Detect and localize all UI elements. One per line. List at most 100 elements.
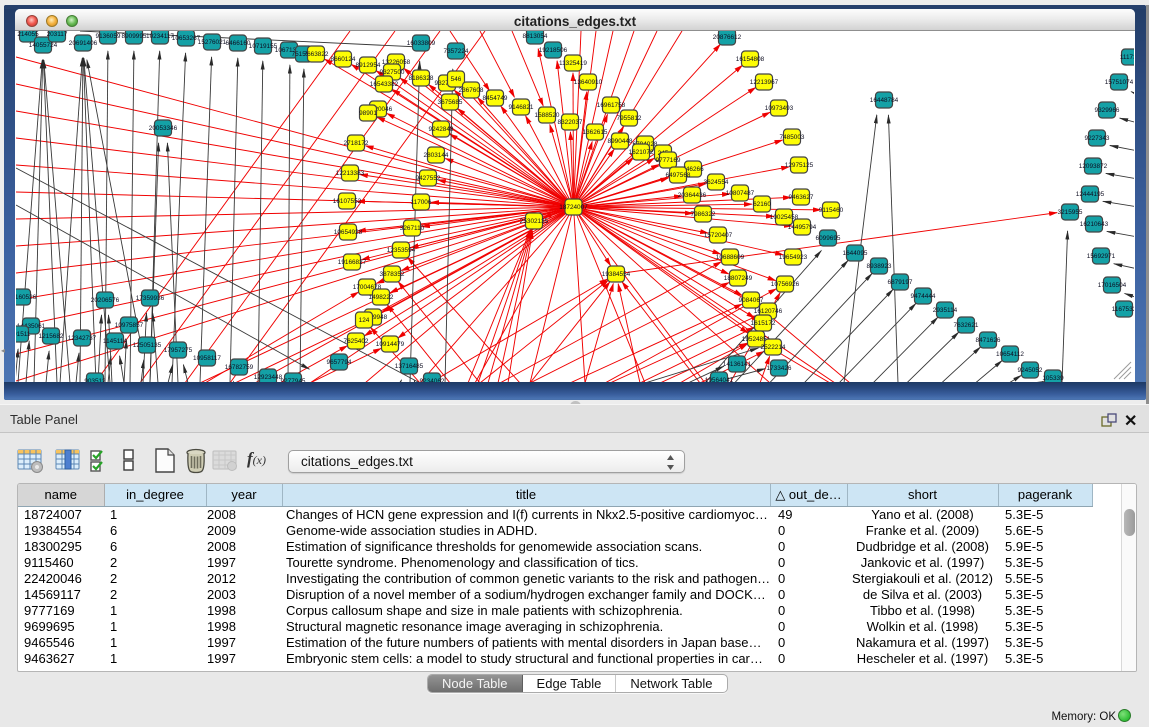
svg-text:391511: 391511 xyxy=(16,331,31,338)
svg-text:10807487: 10807487 xyxy=(726,190,755,197)
svg-text:10234117: 10234117 xyxy=(146,33,174,40)
svg-text:117006: 117006 xyxy=(411,199,432,206)
svg-text:12353594: 12353594 xyxy=(387,247,416,254)
svg-text:105339: 105339 xyxy=(1042,375,1064,382)
svg-text:26160526: 26160526 xyxy=(16,294,37,301)
svg-text:1588520: 1588520 xyxy=(535,112,560,119)
svg-text:9245052: 9245052 xyxy=(1018,367,1043,374)
svg-text:15720407: 15720407 xyxy=(704,232,733,239)
svg-text:10914479: 10914479 xyxy=(376,341,405,348)
svg-text:8912954: 8912954 xyxy=(356,62,381,69)
svg-text:19218506: 19218506 xyxy=(539,47,568,54)
svg-text:6466160: 6466160 xyxy=(226,40,251,47)
svg-text:8938923: 8938923 xyxy=(867,263,892,270)
svg-text:10688609: 10688609 xyxy=(716,254,745,261)
svg-text:18807249: 18807249 xyxy=(724,275,753,282)
svg-text:8186328: 8186328 xyxy=(409,75,434,82)
svg-text:9474444: 9474444 xyxy=(911,293,936,300)
svg-text:16543382: 16543382 xyxy=(370,81,399,88)
svg-text:18724007: 18724007 xyxy=(559,204,588,211)
svg-text:15692971: 15692971 xyxy=(1087,253,1116,260)
svg-text:2522214: 2522214 xyxy=(761,344,786,351)
svg-text:7485003: 7485003 xyxy=(780,134,805,141)
svg-text:11325419: 11325419 xyxy=(559,60,587,67)
svg-text:7663822: 7663822 xyxy=(304,51,329,58)
svg-text:1733426: 1733426 xyxy=(767,365,792,372)
svg-text:9242848: 9242848 xyxy=(429,126,454,133)
svg-text:8909995: 8909995 xyxy=(122,33,147,40)
svg-text:16782759: 16782759 xyxy=(225,364,254,371)
svg-text:9115460: 9115460 xyxy=(819,207,844,214)
svg-text:9277945: 9277945 xyxy=(281,378,306,382)
svg-text:12093872: 12093872 xyxy=(1079,163,1108,170)
svg-text:1621072: 1621072 xyxy=(629,149,654,156)
svg-text:1615172: 1615172 xyxy=(751,320,776,327)
svg-text:9327500: 9327500 xyxy=(380,69,405,76)
svg-text:16107552: 16107552 xyxy=(333,198,362,205)
svg-text:15276021: 15276021 xyxy=(198,39,227,46)
svg-text:16033809: 16033809 xyxy=(407,40,436,47)
svg-text:17359936: 17359936 xyxy=(136,295,165,302)
svg-text:12213383: 12213383 xyxy=(336,170,365,177)
svg-text:10973493: 10973493 xyxy=(765,105,794,112)
svg-text:12923448: 12923448 xyxy=(254,374,283,381)
svg-text:9146821: 9146821 xyxy=(509,104,534,111)
svg-text:546: 546 xyxy=(451,76,462,83)
svg-text:25302135: 25302135 xyxy=(520,218,549,225)
svg-text:20206576: 20206576 xyxy=(91,297,120,304)
svg-text:6497568: 6497568 xyxy=(666,172,691,179)
svg-text:20364436: 20364436 xyxy=(678,192,707,199)
svg-text:2935114: 2935114 xyxy=(933,307,958,314)
svg-text:2367608: 2367608 xyxy=(459,87,484,94)
svg-text:111733: 111733 xyxy=(1120,54,1134,61)
svg-text:98901: 98901 xyxy=(359,110,377,117)
svg-text:7632621: 7632621 xyxy=(954,322,979,329)
svg-text:16210643: 16210643 xyxy=(1080,221,1109,228)
svg-text:16120746: 16120746 xyxy=(754,308,783,315)
svg-text:17016504: 17016504 xyxy=(1098,282,1127,289)
svg-text:10756926: 10756926 xyxy=(771,281,800,288)
svg-text:10654928: 10654928 xyxy=(334,229,363,236)
svg-text:9329966: 9329966 xyxy=(1095,107,1120,114)
svg-text:16448784: 16448784 xyxy=(870,97,899,104)
svg-text:8322037: 8322037 xyxy=(558,119,583,126)
svg-text:9463627: 9463627 xyxy=(789,194,814,201)
svg-text:9227343: 9227343 xyxy=(1085,135,1110,142)
svg-text:13640910: 13640910 xyxy=(574,79,603,86)
svg-text:8454749: 8454749 xyxy=(483,95,508,102)
svg-text:12342737: 12342737 xyxy=(68,335,97,342)
svg-text:7986322: 7986322 xyxy=(691,211,716,218)
svg-text:14495794: 14495794 xyxy=(788,224,817,231)
svg-text:19384554: 19384554 xyxy=(602,271,631,278)
svg-text:17957275: 17957275 xyxy=(164,347,193,354)
svg-text:3878352: 3878352 xyxy=(380,271,405,278)
svg-text:19564041: 19564041 xyxy=(705,377,734,382)
svg-text:12975125: 12975125 xyxy=(785,162,814,169)
svg-text:7357224: 7357224 xyxy=(444,48,469,55)
svg-text:9427552: 9427552 xyxy=(416,175,441,182)
svg-text:9657794: 9657794 xyxy=(327,359,352,366)
svg-text:12444195: 12444195 xyxy=(1076,191,1105,198)
svg-text:1644095: 1644095 xyxy=(843,250,868,257)
svg-text:8813054: 8813054 xyxy=(523,33,548,40)
svg-text:10958117: 10958117 xyxy=(193,355,221,362)
svg-text:1145114: 1145114 xyxy=(103,338,127,345)
svg-text:15751074: 15751074 xyxy=(1105,79,1134,86)
svg-text:6879197: 6879197 xyxy=(888,279,913,286)
svg-text:9234062: 9234062 xyxy=(420,378,445,382)
svg-text:13716485: 13716485 xyxy=(395,363,424,370)
svg-text:20876612: 20876612 xyxy=(713,34,742,41)
svg-text:2718172: 2718172 xyxy=(344,140,369,147)
svg-text:10975857: 10975857 xyxy=(115,322,144,329)
svg-text:9777169: 9777169 xyxy=(656,157,681,164)
svg-text:10654112: 10654112 xyxy=(996,351,1024,358)
svg-text:16961758: 16961758 xyxy=(597,102,626,109)
svg-text:7625402: 7625402 xyxy=(344,338,369,345)
svg-text:9136059: 9136059 xyxy=(96,33,121,40)
svg-text:1215682: 1215682 xyxy=(39,333,64,340)
svg-text:203117: 203117 xyxy=(47,31,68,38)
svg-text:10719155: 10719155 xyxy=(249,43,278,50)
svg-text:1498222: 1498222 xyxy=(369,294,394,301)
svg-text:2803144: 2803144 xyxy=(424,152,449,159)
svg-text:62160: 62160 xyxy=(753,201,771,208)
